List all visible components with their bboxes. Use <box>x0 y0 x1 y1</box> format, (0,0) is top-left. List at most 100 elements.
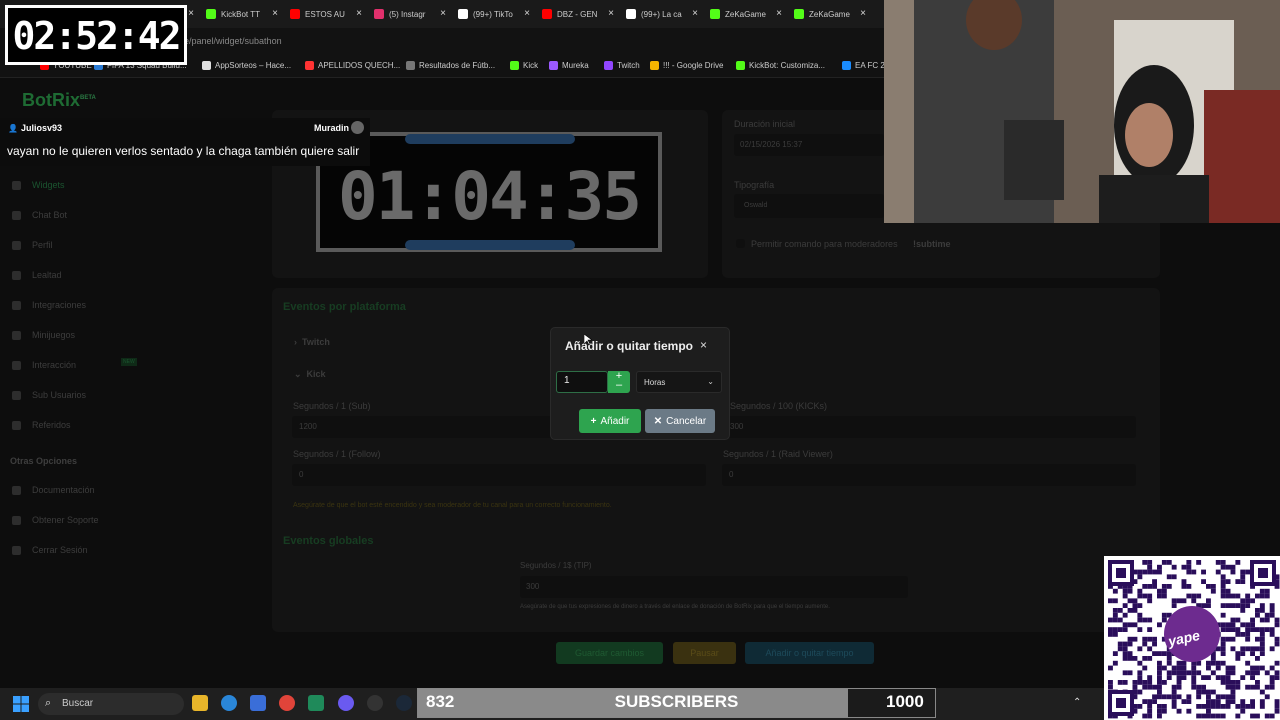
qr-module <box>1206 660 1211 666</box>
time-amount-input[interactable]: 1 <box>556 371 608 393</box>
tip-note: Asegúrate de que tus expresiones de dine… <box>520 604 830 610</box>
cancel-button[interactable]: ✕ Cancelar <box>645 409 715 433</box>
qr-module <box>1259 651 1265 656</box>
sidebar-item[interactable]: Minijuegos <box>12 330 75 340</box>
save-changes-button[interactable]: Guardar cambios <box>556 642 663 664</box>
qr-module <box>1210 588 1216 594</box>
browser-tab[interactable]: ZeKaGame × <box>704 0 788 28</box>
browser-tab[interactable]: ZeKaGame × <box>788 0 872 28</box>
sidebar-item[interactable]: Sub Usuarios <box>12 390 86 400</box>
qr-module <box>1137 574 1143 580</box>
qr-module <box>1196 593 1202 599</box>
bookmark-item[interactable]: AppSorteos – Hace... <box>202 61 291 70</box>
sidebar-item[interactable]: Lealtad <box>12 270 62 280</box>
mod-command-checkbox[interactable] <box>736 239 745 248</box>
add-remove-time-button[interactable]: Añadir o quitar tiempo <box>745 642 874 664</box>
browser-tab[interactable]: ESTOS AU × <box>284 0 368 28</box>
bookmark-item[interactable]: APELLIDOS QUECH... <box>305 61 400 70</box>
qr-module <box>1220 579 1226 584</box>
qr-module <box>1186 569 1192 575</box>
close-icon[interactable]: × <box>692 8 698 19</box>
browser-tab[interactable]: DBZ - GEN × <box>536 0 620 28</box>
add-time-button[interactable]: + Añadir <box>579 409 641 433</box>
close-icon[interactable]: × <box>524 8 530 19</box>
sidebar-item[interactable]: Integraciones <box>12 300 86 310</box>
browser-tab[interactable]: (99+) La ca × <box>620 0 704 28</box>
qr-module <box>1117 646 1123 652</box>
bookmark-item[interactable]: KickBot: Customiza... <box>736 61 825 70</box>
qr-module <box>1127 598 1133 604</box>
qr-module <box>1176 694 1182 700</box>
steam-icon[interactable] <box>396 695 412 711</box>
user-icon: 👤 <box>8 124 18 133</box>
close-icon[interactable]: × <box>356 8 362 19</box>
tip-seconds-input[interactable] <box>520 576 908 598</box>
decrement-button[interactable]: – <box>608 380 630 391</box>
qr-module <box>1127 588 1133 594</box>
qr-module <box>1161 704 1167 709</box>
sidebar-item[interactable]: Perfil <box>12 240 53 250</box>
close-icon[interactable]: × <box>776 8 782 19</box>
bookmark-item[interactable]: Kick <box>510 61 538 70</box>
sidebar-item[interactable]: Widgets <box>12 180 65 190</box>
chevron-up-icon[interactable]: ⌃ <box>1073 697 1081 708</box>
tab-label: (99+) La ca <box>641 9 682 19</box>
sidebar-item[interactable]: Referidos <box>12 420 71 430</box>
qr-module <box>1171 689 1177 695</box>
chrome-icon[interactable] <box>279 695 295 711</box>
qr-module <box>1240 699 1246 704</box>
close-icon[interactable]: × <box>440 8 446 19</box>
raid-seconds-input[interactable] <box>722 464 1136 486</box>
qr-module <box>1166 560 1172 565</box>
other-options-item[interactable]: Documentación <box>12 485 95 495</box>
close-icon[interactable]: × <box>860 8 866 19</box>
botrix-logo[interactable]: BotRixBETA <box>22 90 96 111</box>
qr-module <box>1269 608 1275 613</box>
bookmark-item[interactable]: Resultados de Fútb... <box>406 61 495 70</box>
browser-tab[interactable]: (5) Instagr × <box>368 0 452 28</box>
bookmark-item[interactable]: Mureka <box>549 61 589 70</box>
close-icon[interactable]: × <box>272 8 278 19</box>
time-unit-select[interactable]: Horas ⌄ <box>636 371 722 393</box>
amount-stepper[interactable]: + – <box>608 371 630 393</box>
qr-module <box>1201 689 1206 695</box>
file-explorer-icon[interactable] <box>192 695 208 711</box>
sidebar-item[interactable]: Interacción <box>12 360 76 370</box>
follow-seconds-input[interactable] <box>292 464 706 486</box>
qr-module <box>1240 632 1246 637</box>
modal-close-button[interactable]: × <box>700 338 707 352</box>
pause-button[interactable]: Pausar <box>673 642 736 664</box>
sidebar-item[interactable]: Chat Bot <box>12 210 67 220</box>
other-options-item[interactable]: Cerrar Sesión <box>12 545 88 555</box>
bookmark-item[interactable]: EA FC 26 <box>842 61 889 70</box>
close-icon[interactable]: × <box>188 8 194 19</box>
other-options-item[interactable]: Obtener Soporte <box>12 515 99 525</box>
qr-module <box>1112 612 1118 618</box>
close-icon[interactable]: × <box>608 8 614 19</box>
windows-start-icon[interactable] <box>13 696 29 712</box>
browser-tab[interactable]: (99+) TikTo × <box>452 0 536 28</box>
bookmark-icon <box>406 61 415 70</box>
bookmark-item[interactable]: Twitch <box>604 61 640 70</box>
kicks-seconds-input[interactable] <box>722 416 1136 438</box>
bookmark-icon <box>549 61 558 70</box>
qr-module <box>1196 689 1202 695</box>
qr-module <box>1157 651 1162 656</box>
twitch-accordion[interactable]: › Twitch <box>294 337 330 347</box>
obs-icon[interactable] <box>367 695 383 711</box>
qr-module <box>1147 680 1153 685</box>
bookmark-item[interactable]: !!! - Google Drive <box>650 61 723 70</box>
address-bar-url[interactable]: ...ve/panel/widget/subathon <box>172 36 282 46</box>
store-icon[interactable] <box>250 695 266 711</box>
notes-icon[interactable] <box>308 695 324 711</box>
mod-command-link[interactable]: !subtime <box>913 239 951 249</box>
browser-tab[interactable]: KickBot TT × <box>200 0 284 28</box>
qr-module <box>1201 684 1206 690</box>
taskbar-search[interactable]: Buscar <box>38 693 184 715</box>
discord-icon[interactable] <box>338 695 354 711</box>
kick-accordion[interactable]: ⌄ Kick <box>294 369 326 380</box>
edge-icon[interactable] <box>221 695 237 711</box>
tab-label: ESTOS AU <box>305 9 345 19</box>
qr-module <box>1225 665 1231 671</box>
qr-module <box>1157 588 1162 594</box>
